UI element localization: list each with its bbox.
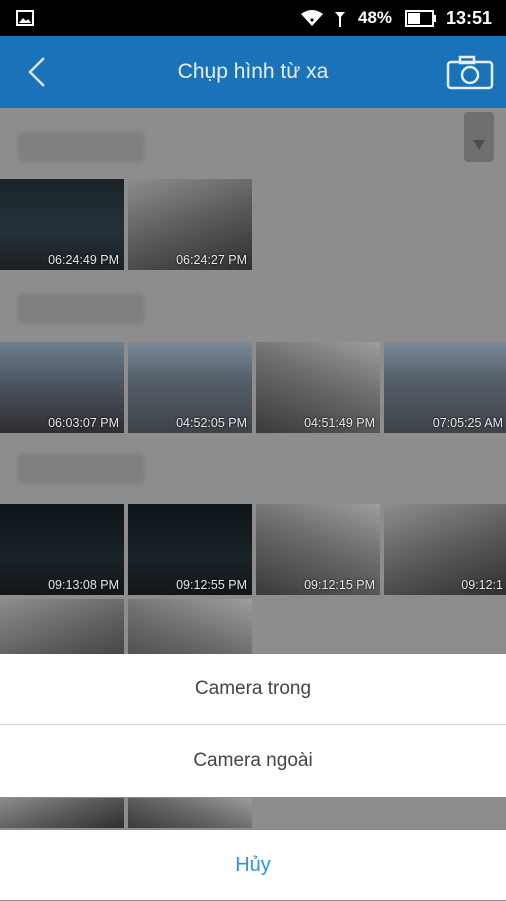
page-title: Chụp hình từ xa: [177, 60, 329, 83]
photo-thumbnail[interactable]: [128, 798, 252, 828]
photo-thumbnail[interactable]: 09:13:08 PM: [0, 504, 124, 595]
photo-thumbnail[interactable]: 04:51:49 PM: [256, 342, 380, 433]
scroll-arrow-icon: [473, 140, 485, 150]
camera-outside-option[interactable]: Camera ngoài: [0, 725, 506, 797]
photo-timestamp: 09:12:15 PM: [304, 578, 375, 592]
photo-thumbnail[interactable]: 09:12:55 PM: [128, 504, 252, 595]
photo-thumbnail[interactable]: 07:05:25 AM: [384, 342, 506, 433]
cancel-button[interactable]: Hủy: [0, 830, 506, 900]
status-bar: 48% 13:51: [0, 0, 506, 36]
signal-icon: [335, 12, 345, 27]
photo-timestamp: 06:24:49 PM: [48, 253, 119, 267]
photo-timestamp: 06:03:07 PM: [48, 416, 119, 430]
photo-thumbnail[interactable]: 09:12:15 PM: [256, 504, 380, 595]
app-bar: Chụp hình từ xa: [0, 36, 506, 108]
date-header: [18, 132, 144, 162]
image-icon: [16, 10, 34, 26]
photo-thumbnail[interactable]: 09:12:1: [384, 504, 506, 595]
date-header: [18, 454, 144, 484]
battery-percent: 48%: [358, 8, 393, 27]
camera-outside-label: Camera ngoài: [193, 750, 313, 771]
date-header: [18, 294, 144, 324]
photo-timestamp: 09:13:08 PM: [48, 578, 119, 592]
wifi-icon: [301, 10, 323, 26]
photo-timestamp: 06:24:27 PM: [176, 253, 247, 267]
photo-timestamp: 04:52:05 PM: [176, 416, 247, 430]
photo-thumbnail[interactable]: 06:24:27 PM: [128, 179, 252, 270]
photo-timestamp: 07:05:25 AM: [432, 416, 503, 430]
scroll-handle[interactable]: [464, 112, 494, 162]
camera-inside-option[interactable]: Camera trong: [0, 654, 506, 724]
photo-thumbnail[interactable]: 06:24:49 PM: [0, 179, 124, 270]
photo-timestamp: 09:12:55 PM: [176, 578, 247, 592]
photo-thumbnail[interactable]: 06:03:07 PM: [0, 342, 124, 433]
camera-inside-label: Camera trong: [194, 678, 312, 699]
cancel-label: Hủy: [235, 854, 271, 876]
photo-thumbnail[interactable]: 04:52:05 PM: [128, 342, 252, 433]
photo-timestamp: 09:12:1: [461, 578, 503, 592]
battery-icon: [405, 10, 436, 27]
photo-timestamp: 04:51:49 PM: [304, 416, 375, 430]
camera-icon[interactable]: [446, 54, 494, 90]
photo-thumbnail[interactable]: [0, 798, 124, 828]
status-clock: 13:51: [446, 8, 493, 28]
